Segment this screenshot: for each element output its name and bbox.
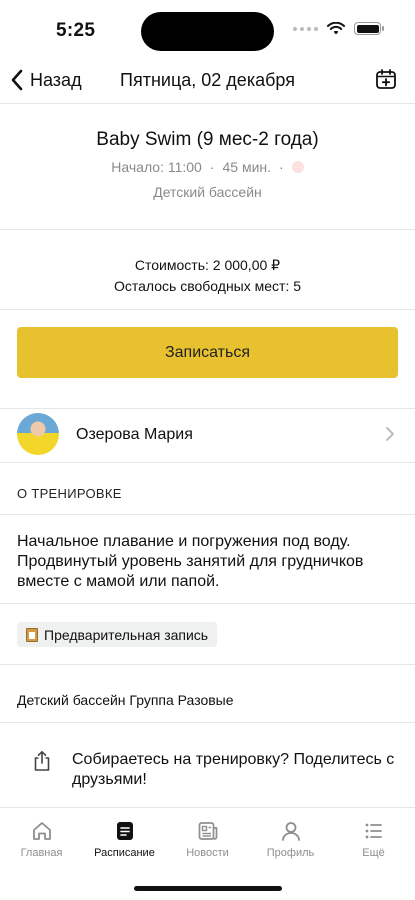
tab-more[interactable]: Ещё (332, 820, 415, 859)
tag-label: Предварительная запись (44, 626, 209, 643)
dynamic-island (141, 12, 274, 51)
class-header: Baby Swim (9 мес-2 года) Начало: 11:00 ·… (0, 104, 415, 230)
status-icons (293, 22, 384, 35)
wifi-icon (327, 22, 345, 35)
more-icon (365, 823, 382, 839)
schedule-icon (116, 822, 133, 840)
clipboard-icon (26, 627, 38, 642)
tab-home[interactable]: Главная (0, 820, 83, 859)
free-spots: Осталось свободных мест: 5 (113, 278, 302, 294)
venue-name: Детский бассейн (153, 184, 262, 200)
page-title: Пятница, 02 декабря (120, 70, 295, 90)
groups-row: Детский бассейн Группа Разовые (0, 664, 415, 723)
battery-icon (354, 22, 384, 35)
trainer-avatar (17, 413, 59, 455)
tab-label: Главная (20, 847, 63, 859)
trainer-row[interactable]: Озерова Мария (0, 408, 415, 463)
meta-separator: · (279, 159, 284, 175)
signal-icon (293, 26, 318, 31)
start-time: Начало: 11:00 (111, 159, 202, 175)
share-text: Собираетесь на тренировку? Поделитесь с … (72, 751, 395, 788)
description-text: Начальное плавание и погружения под воду… (17, 533, 364, 590)
news-icon (198, 822, 217, 840)
tab-label: Расписание (94, 847, 155, 859)
add-to-calendar-button[interactable] (375, 68, 397, 95)
pricing-info: Стоимость: 2 000,00 ₽ Осталось свободных… (0, 230, 415, 310)
tab-label: Ещё (362, 847, 385, 859)
trainer-name: Озерова Мария (76, 426, 193, 443)
about-heading: О ТРЕНИРОВКЕ (17, 486, 122, 501)
class-meta: Начало: 11:00 · 45 мин. · (0, 159, 415, 175)
class-title: Baby Swim (9 мес-2 года) (96, 129, 319, 150)
profile-icon (281, 822, 300, 841)
status-dot-icon (291, 161, 304, 173)
groups-text: Детский бассейн Группа Разовые (17, 692, 234, 708)
tab-label: Профиль (266, 847, 315, 859)
navigation-bar: Назад Пятница, 02 декабря (0, 60, 415, 104)
chevron-right-icon (386, 427, 394, 441)
home-indicator (134, 886, 282, 891)
status-bar: 5:25 (0, 0, 415, 60)
calendar-add-icon (376, 69, 396, 89)
share-row[interactable]: Собираетесь на тренировку? Поделитесь с … (0, 723, 415, 808)
tab-label: Новости (186, 847, 229, 859)
tab-profile[interactable]: Профиль (249, 820, 332, 859)
signup-button[interactable]: Записаться (17, 327, 398, 378)
about-section-header: О ТРЕНИРОВКЕ (0, 463, 415, 515)
tag-badge: Предварительная запись (17, 622, 218, 647)
share-icon (34, 751, 50, 771)
duration: 45 мин. (222, 159, 272, 175)
meta-separator: · (209, 159, 215, 175)
price: Стоимость: 2 000,00 ₽ (134, 257, 281, 273)
tab-bar: Главная Расписание Новости Профиль Ещё (0, 808, 415, 900)
tab-news[interactable]: Новости (166, 820, 249, 859)
status-time: 5:25 (56, 20, 96, 41)
tab-schedule[interactable]: Расписание (83, 820, 166, 859)
home-icon (32, 822, 51, 840)
class-description: Начальное плавание и погружения под воду… (0, 515, 415, 604)
